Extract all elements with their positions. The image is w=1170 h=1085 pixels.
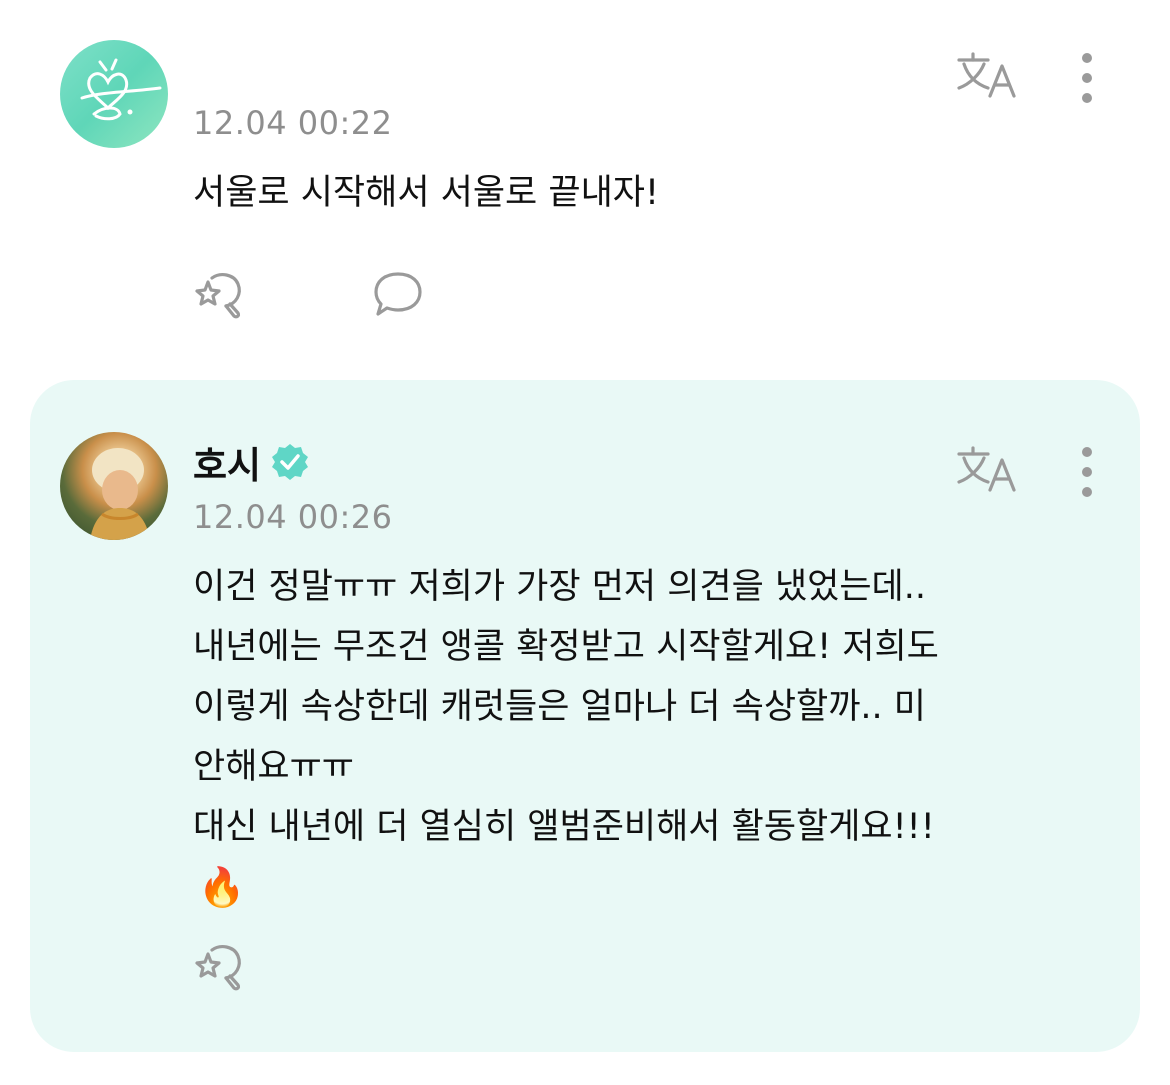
reply-message: 이건 정말ㅠㅠ 저희가 가장 먼저 의견을 냈었는데.. 내년에는 무조건 앵콜… xyxy=(193,567,939,847)
fire-emoji: 🔥 xyxy=(198,865,246,909)
artist-avatar-portrait-icon xyxy=(90,448,150,540)
translate-icon[interactable] xyxy=(956,444,1020,496)
reaction-icon[interactable] xyxy=(190,266,248,324)
reaction-icon[interactable] xyxy=(190,938,248,996)
verified-badge-icon xyxy=(270,442,310,482)
fan-avatar-doodle-icon xyxy=(80,58,162,121)
fan-post: 12.04 00:22 서울로 시작해서 서울로 끝내자! xyxy=(0,0,1170,370)
comment-icon[interactable] xyxy=(370,266,428,324)
post-message: 서울로 시작해서 서울로 끝내자! xyxy=(193,173,660,213)
translate-icon[interactable] xyxy=(956,50,1020,102)
fan-avatar[interactable] xyxy=(60,40,168,148)
more-vertical-icon[interactable] xyxy=(1077,444,1097,500)
more-vertical-icon[interactable] xyxy=(1077,50,1097,106)
post-timestamp: 12.04 00:22 xyxy=(193,104,393,142)
reply-timestamp: 12.04 00:26 xyxy=(193,498,393,536)
artist-reply-card: 호시 12.04 00:26 이건 정말ㅠㅠ 저희가 가장 먼저 의견을 냈었는… xyxy=(30,380,1140,1052)
artist-avatar[interactable] xyxy=(60,432,168,540)
artist-name[interactable]: 호시 xyxy=(193,435,261,489)
